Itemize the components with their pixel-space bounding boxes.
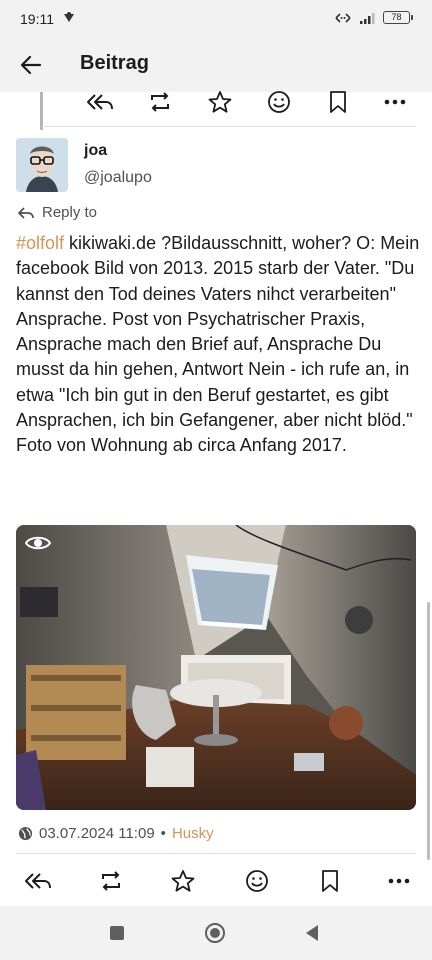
home-button[interactable] [202,920,228,946]
avatar-image [16,138,68,192]
notification-app-icon [64,12,74,22]
post-meta: 03.07.2024 11:09 • Husky [18,825,214,842]
emoji-react-icon [268,91,290,113]
post-timestamp[interactable]: 03.07.2024 11:09 [39,825,155,842]
meta-separator: • [160,825,166,842]
emoji-react-button[interactable] [241,865,273,897]
reply-all-button[interactable] [22,865,54,897]
signal-strength-icon [360,12,375,24]
system-nav-bar [0,906,432,960]
back-nav-button[interactable] [299,920,325,946]
meta-divider [16,853,416,854]
status-time: 19:11 [20,11,54,27]
bookmark-icon [322,870,338,892]
reply-all-icon [87,94,113,110]
status-bar: 19:11 78 [0,0,432,38]
emoji-react-icon [246,870,268,892]
client-app-name[interactable]: Husky [172,825,214,842]
triangle-back-icon [306,925,318,941]
data-transfer-icon [335,12,351,23]
boost-icon [151,92,169,112]
reply-all-icon [25,873,51,889]
scrollbar[interactable] [427,602,430,860]
user-handle[interactable]: @joalupo [84,169,152,187]
avatar[interactable] [16,138,68,192]
reply-icon [18,206,34,219]
bookmark-button[interactable] [314,865,346,897]
post-image[interactable] [16,525,416,810]
page-title: Beitrag [80,52,149,74]
status-indicators: 78 [333,11,413,24]
reply-to-label: Reply to [42,204,98,221]
boost-icon [102,871,120,891]
square-icon [110,926,124,940]
favourite-icon [171,870,195,892]
display-name[interactable]: joa [84,142,107,160]
more-button[interactable] [379,86,411,118]
post-actions [0,862,432,900]
boost-button[interactable] [144,86,176,118]
more-button[interactable] [383,865,415,897]
favourite-icon [208,91,232,113]
reply-to-link[interactable]: Reply to [18,204,97,221]
bookmark-button[interactable] [322,86,354,118]
eye-icon[interactable] [24,533,52,553]
previous-post-actions [0,84,432,120]
bookmark-icon [330,91,346,113]
emoji-react-button[interactable] [263,86,295,118]
favourite-button[interactable] [204,86,236,118]
recents-button[interactable] [104,920,130,946]
more-icon [384,99,406,105]
back-button[interactable] [16,50,46,80]
post-divider [42,126,416,127]
post-content: #olfolf kikiwaki.de ?Bildausschnitt, woh… [16,231,421,459]
boost-button[interactable] [95,865,127,897]
favourite-button[interactable] [167,865,199,897]
room-photo [16,525,416,810]
more-icon [388,878,410,884]
hashtag-link[interactable]: #olfolf [16,233,64,253]
home-circle-icon [205,923,225,943]
arrow-left-icon [20,55,42,75]
reply-all-button[interactable] [84,86,116,118]
public-globe-icon [18,826,33,841]
post-body-text: kikiwaki.de ?Bildausschnitt, woher? O: M… [16,233,420,456]
battery-indicator: 78 [383,11,413,24]
thread-line [40,92,43,130]
